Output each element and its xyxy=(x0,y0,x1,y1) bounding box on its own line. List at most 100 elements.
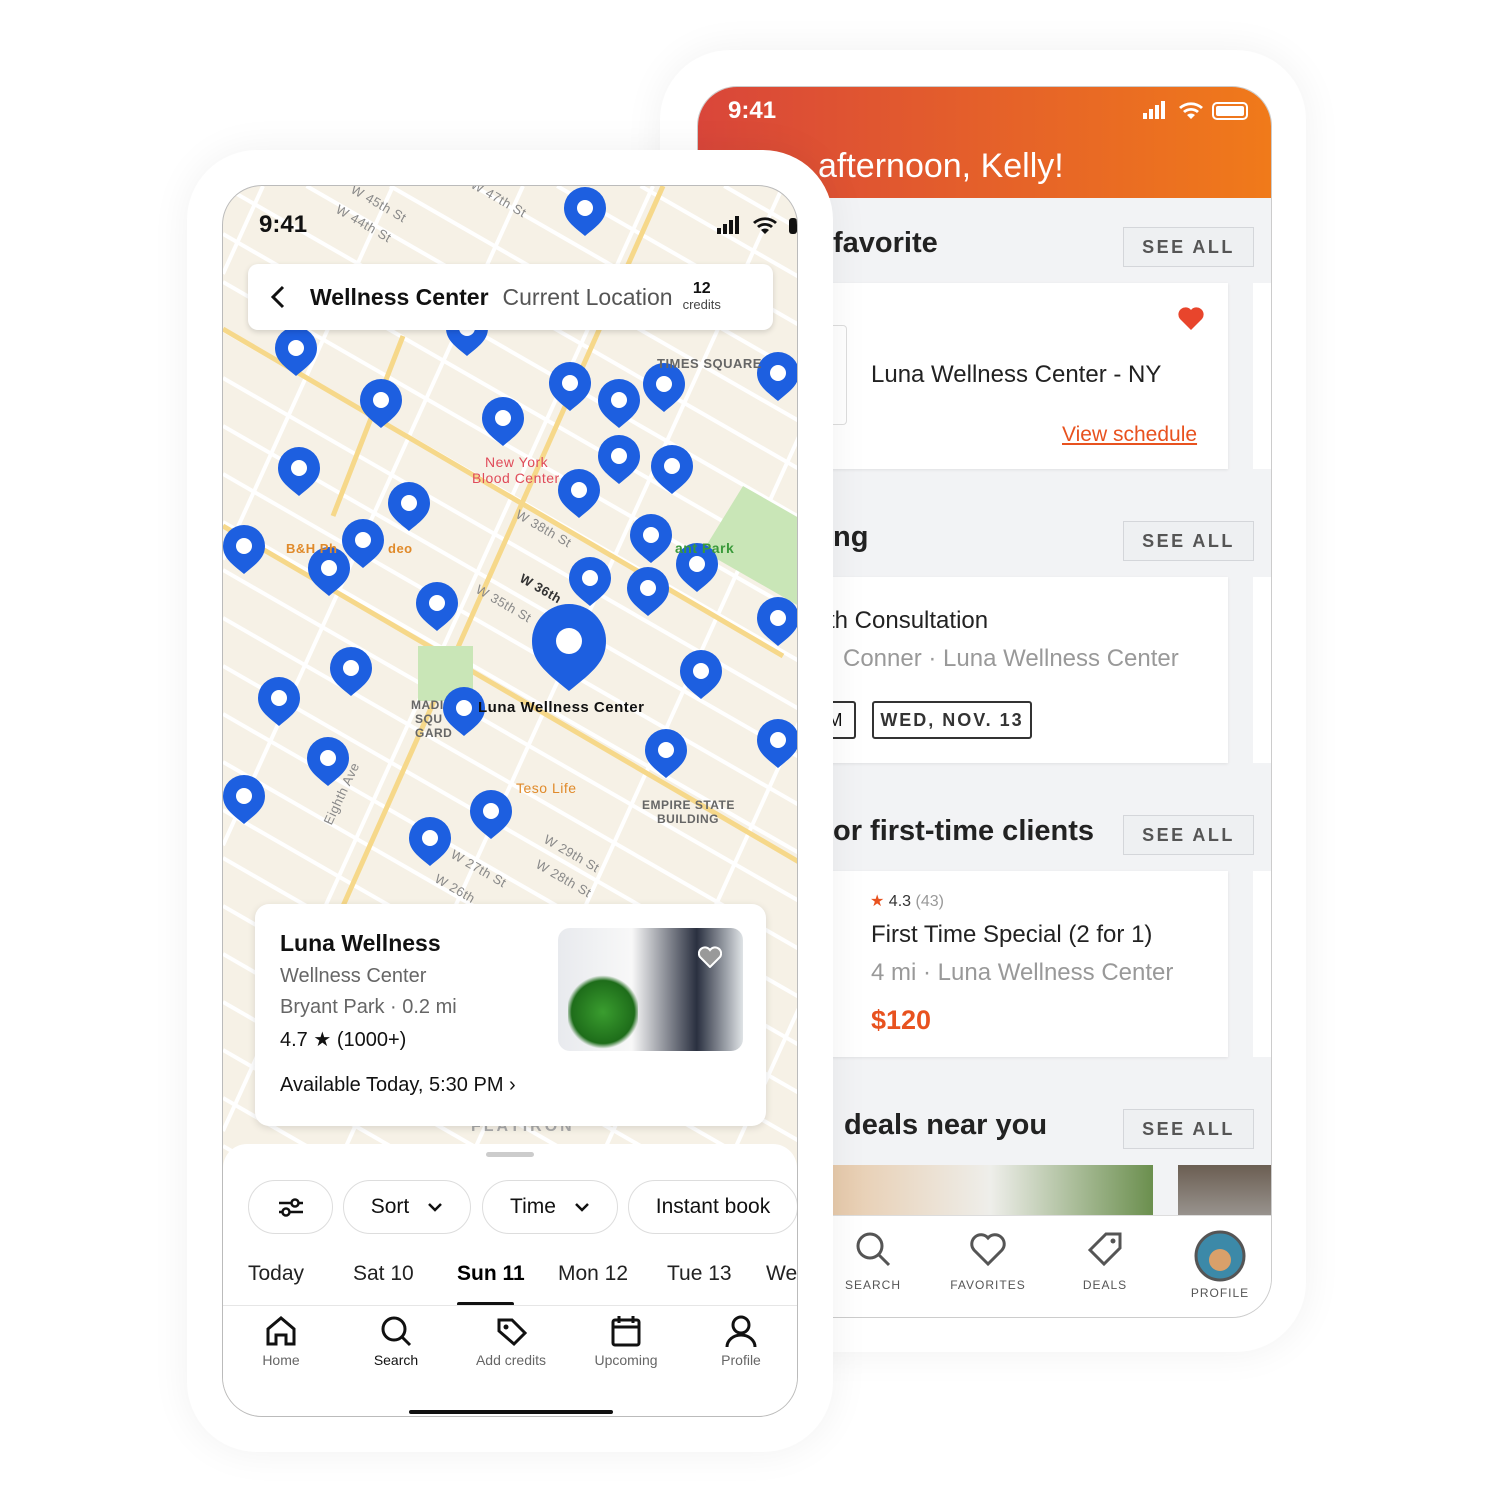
map-label: New York xyxy=(485,454,549,470)
chevron-right-icon: › xyxy=(509,1074,516,1096)
avatar xyxy=(1194,1230,1246,1282)
map-pin[interactable] xyxy=(223,775,265,824)
status-time: 9:41 xyxy=(728,97,777,124)
heart-icon[interactable] xyxy=(1177,305,1205,331)
class-subtitle: Conner · Luna Wellness Center xyxy=(843,645,1179,672)
section-title: deals near you xyxy=(844,1109,1048,1141)
section-title: or first-time clients xyxy=(833,815,1095,847)
map-pin[interactable] xyxy=(223,525,265,574)
deal-image[interactable] xyxy=(1178,1165,1271,1217)
tab-deals[interactable]: DEALS xyxy=(1055,1230,1155,1292)
map-pin[interactable] xyxy=(757,352,798,401)
time-dropdown[interactable]: Time xyxy=(482,1180,618,1234)
star-icon: ★ xyxy=(870,893,885,910)
chevron-down-icon xyxy=(428,1203,443,1212)
heart-icon[interactable] xyxy=(698,946,722,968)
see-all-button[interactable]: SEE ALL xyxy=(1123,227,1254,267)
day-tab[interactable]: Sat 10 xyxy=(353,1262,414,1286)
rating: 4.3 xyxy=(888,893,912,910)
greeting: afternoon, Kelly! xyxy=(818,147,1064,185)
tab-profile[interactable]: PROFILE xyxy=(1170,1230,1270,1300)
map-pin[interactable] xyxy=(258,677,300,726)
tag-icon xyxy=(1087,1232,1122,1267)
status-icons xyxy=(717,216,797,234)
selected-pin-label: Luna Wellness Center xyxy=(478,699,645,716)
drag-handle[interactable] xyxy=(486,1152,534,1157)
selected-map-pin[interactable] xyxy=(532,604,606,691)
map-pin[interactable] xyxy=(278,447,320,496)
home-icon xyxy=(266,1316,296,1346)
place-name: Luna Wellness xyxy=(280,930,441,956)
bottom-sheet: Sort Time Instant book Today Sat 10 Sun 11… xyxy=(223,1144,797,1416)
nav-home[interactable]: Home xyxy=(231,1314,331,1368)
nav-add-credits[interactable]: Add credits xyxy=(461,1314,561,1368)
street xyxy=(223,568,797,903)
place-rating: 4.7 ★ (1000+) xyxy=(280,1029,407,1051)
day-tab[interactable]: Today xyxy=(248,1262,304,1286)
search-query: Wellness Center xyxy=(310,283,489,310)
nav-upcoming[interactable]: Upcoming xyxy=(576,1314,676,1368)
nav-profile[interactable]: Profile xyxy=(691,1314,791,1368)
see-all-button[interactable]: SEE ALL xyxy=(1123,815,1254,855)
calendar-icon xyxy=(611,1316,641,1347)
day-tab[interactable]: Mon 12 xyxy=(558,1262,628,1286)
nav-search[interactable]: Search xyxy=(346,1314,446,1368)
map-label: GARD xyxy=(415,726,453,740)
place-card[interactable]: Luna Wellness Wellness Center Bryant Par… xyxy=(255,904,766,1126)
place-location: Bryant Park · 0.2 mi xyxy=(280,996,457,1018)
back-chevron-icon[interactable] xyxy=(268,284,288,310)
profile-icon xyxy=(725,1315,757,1348)
status-icons xyxy=(1143,101,1248,120)
credits-badge[interactable]: 12 credits xyxy=(683,281,721,313)
map-pin[interactable] xyxy=(482,397,524,446)
map-label: ant Park xyxy=(675,540,735,556)
see-all-button[interactable]: SEE ALL xyxy=(1123,1109,1254,1149)
section-title: favorite xyxy=(833,227,938,259)
map-label: Teso Life xyxy=(516,780,577,796)
class-title: th Consultation xyxy=(828,607,989,634)
chevron-down-icon xyxy=(575,1203,589,1212)
home-indicator xyxy=(409,1410,613,1414)
tab-favorites[interactable]: FAVORITES xyxy=(938,1230,1038,1292)
instant-book-toggle[interactable]: Instant book xyxy=(628,1180,797,1234)
map-label: SQU xyxy=(415,712,443,726)
search-icon xyxy=(856,1232,891,1267)
sort-dropdown[interactable]: Sort xyxy=(343,1180,471,1234)
map-label: deo xyxy=(388,541,413,556)
heart-icon xyxy=(970,1233,1006,1267)
map-pin[interactable] xyxy=(360,379,402,428)
see-all-button[interactable]: SEE ALL xyxy=(1123,521,1254,561)
offer-subtitle: 4 mi · Luna Wellness Center xyxy=(871,959,1174,986)
review-count: (43) xyxy=(915,893,944,910)
view-schedule-link[interactable]: View schedule xyxy=(1062,423,1197,447)
map-pin[interactable] xyxy=(598,435,640,484)
map-pin[interactable] xyxy=(409,817,451,866)
search-icon xyxy=(381,1316,412,1347)
map-pin[interactable] xyxy=(630,514,672,563)
filter-button[interactable] xyxy=(248,1180,333,1234)
status-time: 9:41 xyxy=(259,211,308,238)
place-photo[interactable] xyxy=(558,928,743,1051)
map-label: EMPIRE STATE xyxy=(642,798,735,812)
day-tab[interactable]: Sun 11 xyxy=(457,1262,525,1286)
map-pin[interactable] xyxy=(757,719,798,768)
place-category: Wellness Center xyxy=(280,965,427,987)
credits-label: credits xyxy=(682,297,721,312)
offer-title: First Time Special (2 for 1) xyxy=(871,921,1153,948)
day-tab[interactable]: We xyxy=(766,1262,797,1286)
map-label: BUILDING xyxy=(657,812,719,826)
search-bar[interactable]: Wellness Center Current Location 12 credi… xyxy=(248,264,773,330)
map-pin[interactable] xyxy=(651,445,693,494)
map-pin[interactable] xyxy=(645,729,687,778)
search-location[interactable]: Current Location xyxy=(503,284,673,311)
credits-count: 12 xyxy=(692,280,711,297)
tab-search[interactable]: SEARCH xyxy=(823,1230,923,1292)
map-pin[interactable] xyxy=(564,187,606,236)
map-pin[interactable] xyxy=(470,790,512,839)
map-pin[interactable] xyxy=(558,469,600,518)
deal-image[interactable] xyxy=(828,1165,1153,1217)
availability-link[interactable]: Available Today, 5:30 PM › xyxy=(280,1074,516,1097)
map-pin[interactable] xyxy=(627,567,669,616)
map-pin[interactable] xyxy=(330,647,372,696)
day-tab[interactable]: Tue 13 xyxy=(667,1262,732,1286)
